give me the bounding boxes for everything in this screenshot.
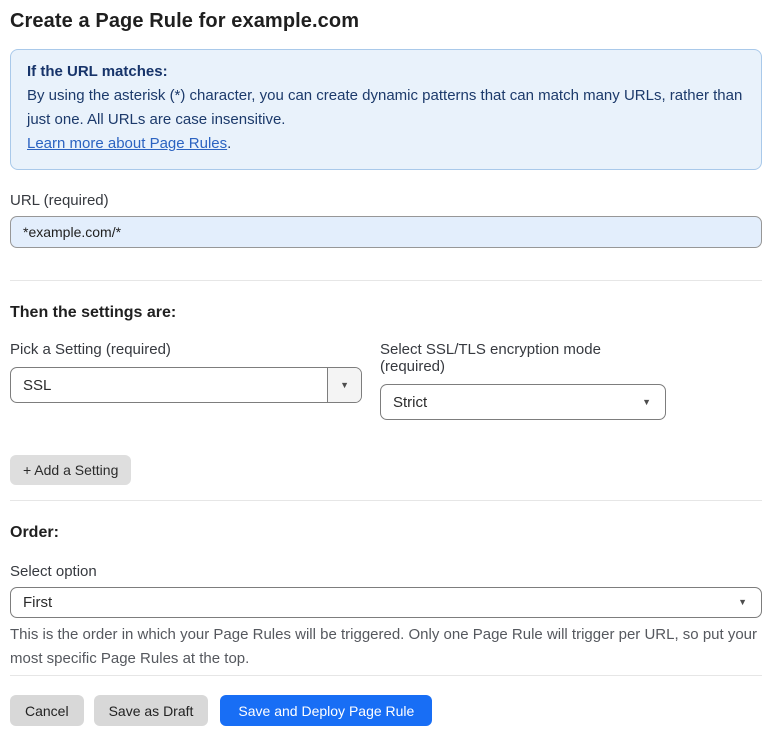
setting-select-column: Pick a Setting (required) SSL ▼ (10, 341, 362, 403)
settings-section-heading: Then the settings are: (10, 304, 177, 321)
order-select-value: First (23, 594, 53, 611)
ssl-mode-select[interactable]: Strict ▼ (380, 384, 666, 420)
mode-select-column: Select SSL/TLS encryption mode (required… (380, 341, 666, 420)
create-page-rule-form: Create a Page Rule for example.com If th… (0, 0, 772, 740)
divider (10, 500, 762, 501)
add-setting-button[interactable]: + Add a Setting (10, 455, 132, 485)
order-select-label: Select option (10, 563, 97, 580)
url-field-label: URL (required) (10, 192, 109, 209)
ssl-mode-select-value: Strict (393, 393, 428, 411)
order-help-text: This is the order in which your Page Rul… (10, 626, 758, 667)
divider (10, 675, 762, 676)
url-match-info-box: If the URL matches: By using the asteris… (10, 49, 762, 170)
info-box-link-line: Learn more about Page Rules. (27, 132, 745, 156)
link-suffix: . (227, 135, 232, 152)
settings-row: Pick a Setting (required) SSL ▼ Select S… (10, 341, 762, 420)
page-title: Create a Page Rule for example.com (10, 10, 360, 32)
info-box-body: By using the asterisk (*) character, you… (27, 87, 743, 128)
url-input[interactable] (10, 216, 762, 248)
chevron-down-icon: ▼ (738, 597, 747, 607)
mode-select-label: Select SSL/TLS encryption mode (required… (380, 341, 601, 375)
setting-select-label: Pick a Setting (required) (10, 341, 171, 358)
order-section-heading: Order: (10, 524, 59, 541)
setting-select[interactable]: SSL ▼ (10, 367, 362, 403)
order-select[interactable]: First ▼ (10, 587, 762, 618)
chevron-down-icon[interactable]: ▼ (327, 368, 361, 402)
info-box-heading: If the URL matches: (27, 63, 168, 80)
chevron-down-icon: ▼ (642, 396, 651, 407)
divider (10, 280, 762, 281)
learn-more-link[interactable]: Learn more about Page Rules (27, 135, 227, 152)
setting-select-value: SSL (23, 376, 52, 394)
